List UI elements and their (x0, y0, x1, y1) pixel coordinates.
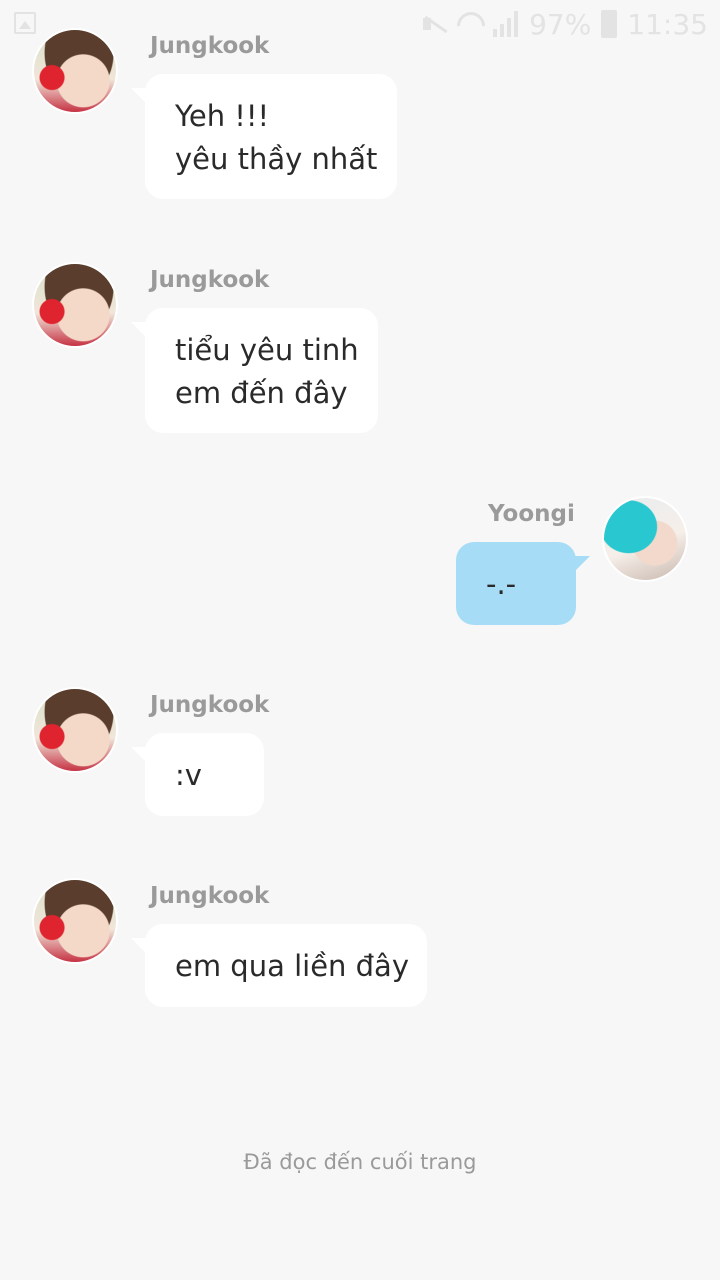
message-bubble[interactable]: -.- (456, 542, 590, 625)
message-line: em qua liền đây (175, 949, 409, 983)
clock: 11:35 (627, 7, 708, 41)
message-bubble[interactable]: Yeh !!! yêu thầy nhất (131, 74, 397, 199)
sender-name: Jungkook (150, 883, 270, 909)
message-bubble[interactable]: :v (131, 733, 264, 816)
message-line: em đến đây (175, 376, 348, 410)
sender-name: Jungkook (150, 692, 270, 718)
message-line: yêu thầy nhất (175, 142, 378, 176)
avatar-jungkook[interactable] (32, 687, 118, 773)
mute-icon (421, 12, 447, 36)
status-bar: 97% 11:35 (0, 0, 720, 48)
message-bubble[interactable]: tiểu yêu tinh em đến đây (131, 308, 378, 433)
avatar-yoongi[interactable] (602, 496, 688, 582)
signal-icon (493, 11, 519, 37)
message-line: Yeh !!! (175, 99, 270, 133)
sender-name: Jungkook (150, 33, 270, 59)
message-line: -.- (486, 567, 517, 601)
avatar-jungkook[interactable] (32, 878, 118, 964)
status-icons: 97% 11:35 (421, 6, 708, 42)
battery-percent: 97% (529, 7, 592, 41)
message-bubble[interactable]: em qua liền đây (131, 924, 427, 1007)
battery-icon (601, 10, 618, 38)
message-line: tiểu yêu tinh (175, 333, 359, 367)
avatar-jungkook[interactable] (32, 262, 118, 348)
avatar-jungkook[interactable] (32, 28, 118, 114)
sender-name: Yoongi (488, 501, 575, 527)
gallery-icon (14, 12, 36, 34)
end-of-page-label: Đã đọc đến cuối trang (243, 1150, 477, 1174)
message-line: :v (175, 758, 202, 792)
sender-name: Jungkook (150, 267, 270, 293)
wifi-icon (457, 12, 483, 36)
